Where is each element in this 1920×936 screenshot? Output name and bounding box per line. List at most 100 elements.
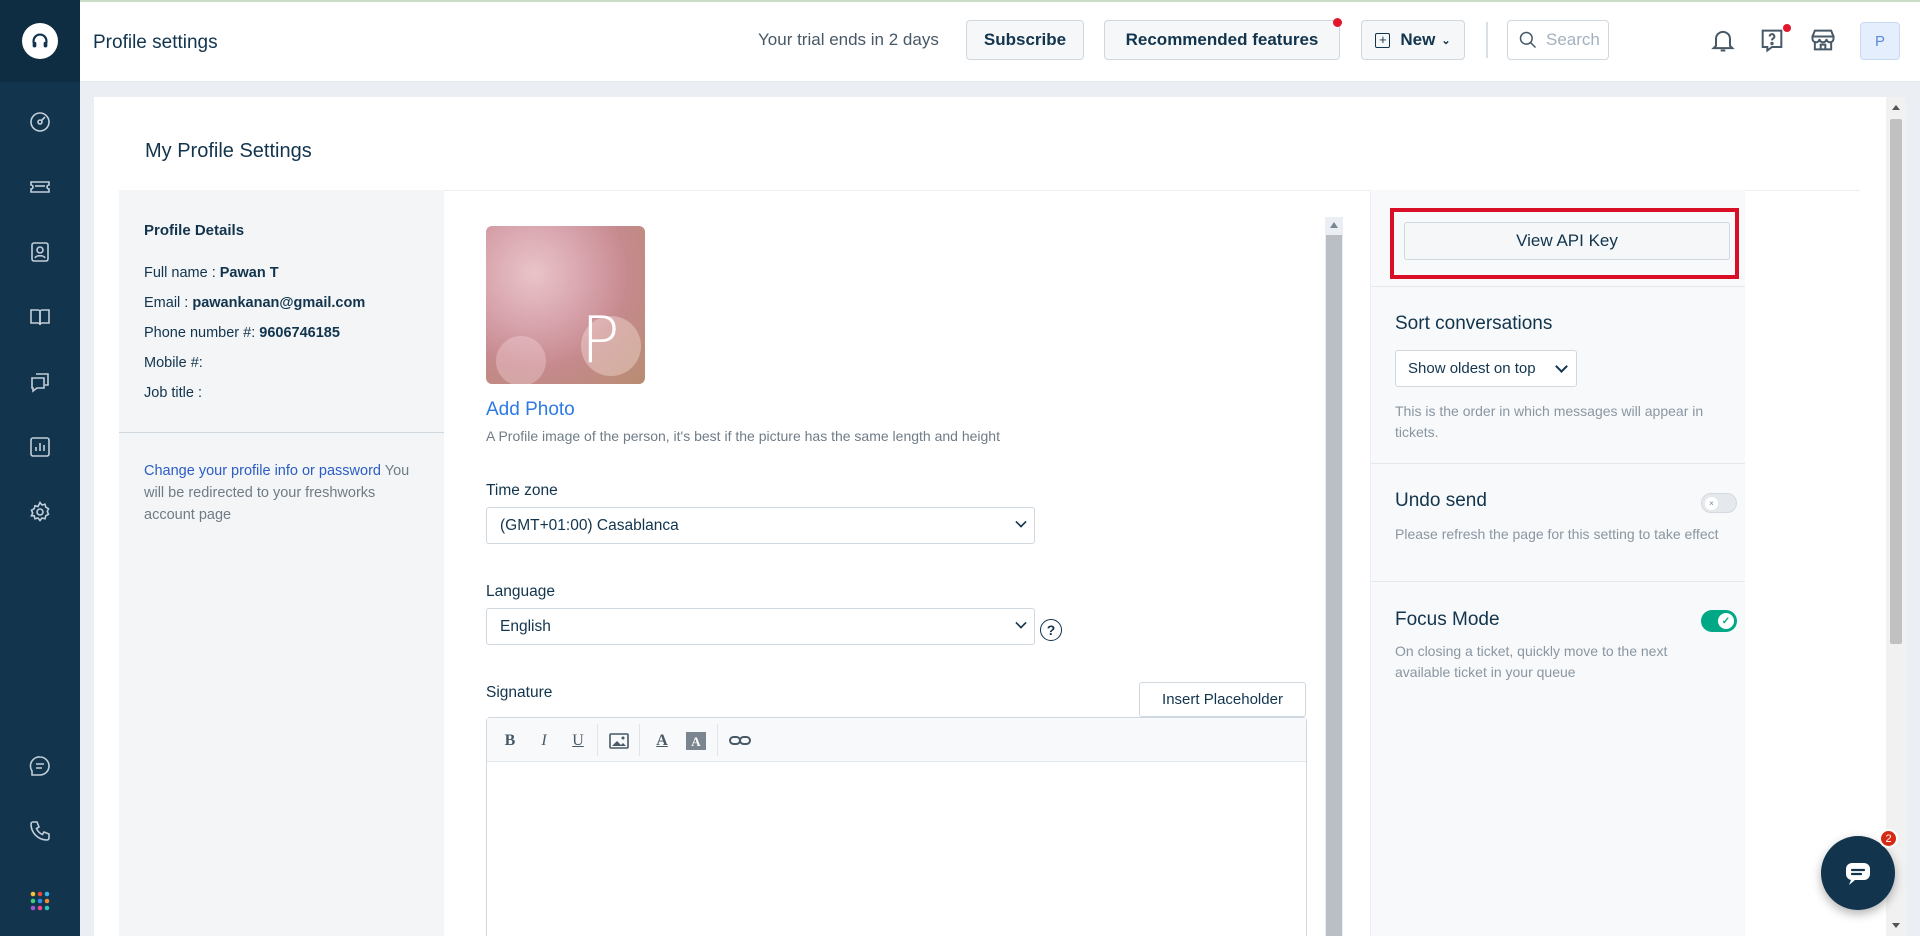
photo-bokeh [496, 336, 546, 384]
bold-icon[interactable]: B [499, 730, 521, 752]
apps-grid-icon[interactable] [24, 885, 56, 917]
scroll-up-arrow-icon[interactable] [1892, 105, 1900, 110]
focus-mode-toggle[interactable]: ✓ [1701, 610, 1737, 632]
toolbar-separator [597, 724, 598, 756]
knowledge-base-icon[interactable] [24, 301, 56, 333]
language-select[interactable]: English [486, 608, 1035, 645]
plus-icon: + [1375, 32, 1391, 48]
undo-send-title: Undo send [1395, 490, 1487, 511]
trial-notice: Your trial ends in 2 days [758, 30, 939, 49]
search-input[interactable]: Search [1507, 20, 1609, 60]
page-scrollbar[interactable] [1886, 97, 1906, 936]
tickets-icon[interactable] [24, 171, 56, 203]
view-api-key-button[interactable]: View API Key [1404, 222, 1730, 260]
insert-placeholder-button[interactable]: Insert Placeholder [1139, 682, 1306, 717]
sort-conversations-select[interactable]: Show oldest on top [1395, 350, 1577, 387]
language-value: English [500, 617, 551, 635]
check-icon: ✓ [1718, 613, 1734, 629]
background-color-icon[interactable]: A [685, 730, 707, 752]
settings-gear-icon[interactable] [24, 496, 56, 528]
image-icon[interactable] [608, 730, 630, 752]
panel-divider [1371, 286, 1745, 287]
toolbar-separator [639, 724, 640, 756]
question-help-icon[interactable]: ? [1040, 619, 1062, 641]
page-scrollbar-thumb[interactable] [1890, 119, 1902, 644]
underline-icon[interactable]: U [567, 730, 589, 752]
reports-icon[interactable] [24, 431, 56, 463]
sort-help-text: This is the order in which messages will… [1395, 403, 1704, 440]
job-title-label: Job title : [144, 385, 203, 401]
email-label: Email : [144, 295, 193, 311]
chevron-down-icon [1555, 360, 1568, 373]
full-name-label: Full name : [144, 265, 220, 281]
italic-icon[interactable]: I [533, 730, 555, 752]
svg-text:A: A [691, 734, 701, 749]
preferences-panel [1370, 190, 1745, 936]
chat-badge-count: 2 [1879, 829, 1898, 848]
form-scrollbar-thumb[interactable] [1326, 235, 1342, 936]
signature-label: Signature [486, 684, 553, 701]
toggle-knob: × [1705, 497, 1718, 510]
timezone-value: (GMT+01:00) Casablanca [500, 516, 679, 534]
chevron-down-icon: ⌄ [1441, 34, 1451, 47]
undo-help-text: Please refresh the page for this setting… [1395, 526, 1719, 542]
link-icon[interactable] [729, 730, 751, 752]
photo-help-text: A Profile image of the person, it's best… [486, 428, 1000, 444]
language-label: Language [486, 583, 555, 600]
chevron-down-icon [1015, 617, 1027, 629]
add-photo-link[interactable]: Add Photo [486, 399, 575, 421]
focus-mode-title: Focus Mode [1395, 609, 1500, 630]
chat-bubble-icon[interactable] [24, 750, 56, 782]
scroll-down-arrow-icon[interactable] [1892, 923, 1900, 928]
page-title: Profile settings [93, 32, 218, 53]
new-button[interactable]: + New ⌄ [1361, 20, 1465, 60]
signature-editor[interactable]: B I U A A [486, 717, 1307, 936]
profile-panel-divider [119, 432, 444, 433]
focus-help-text: On closing a ticket, quickly move to the… [1395, 643, 1668, 680]
dashboard-icon[interactable] [24, 106, 56, 138]
mobile-row: Mobile #: [144, 355, 203, 371]
phone-icon[interactable] [24, 815, 56, 847]
phone-row: Phone number #: 9606746185 [144, 325, 340, 341]
sort-conversations-title: Sort conversations [1395, 313, 1553, 334]
full-name-row: Full name : Pawan T [144, 265, 279, 281]
phone-label: Phone number #: [144, 325, 260, 341]
photo-initial: P [581, 304, 620, 378]
scroll-up-arrow-icon[interactable] [1330, 222, 1338, 228]
forums-icon[interactable] [24, 366, 56, 398]
profile-details-title: Profile Details [144, 222, 245, 239]
help-alert-dot [1783, 24, 1791, 32]
recommended-features-button[interactable]: Recommended features [1104, 20, 1340, 60]
subscribe-button[interactable]: Subscribe [966, 20, 1084, 60]
email-row: Email : pawankanan@gmail.com [144, 295, 365, 311]
contacts-icon[interactable] [24, 236, 56, 268]
editor-toolbar: B I U A A [487, 718, 1306, 762]
full-name-value: Pawan T [219, 265, 279, 281]
chevron-down-icon [1015, 516, 1027, 528]
undo-send-toggle[interactable]: × [1701, 493, 1737, 513]
app-logo[interactable] [0, 0, 80, 82]
profile-photo[interactable]: P [486, 226, 645, 384]
marketplace-store-icon[interactable] [1807, 24, 1839, 56]
chat-icon [1846, 863, 1870, 885]
headset-logo-icon [22, 23, 58, 59]
recommended-alert-dot [1333, 18, 1342, 27]
bell-icon[interactable] [1707, 24, 1739, 56]
font-color-icon[interactable]: A [651, 730, 673, 752]
sort-value: Show oldest on top [1408, 360, 1536, 377]
timezone-select[interactable]: (GMT+01:00) Casablanca [486, 507, 1035, 544]
user-avatar[interactable]: P [1860, 22, 1900, 60]
search-placeholder: Search [1546, 30, 1600, 49]
mobile-label: Mobile #: [144, 355, 203, 371]
panel-divider [1371, 463, 1745, 464]
timezone-label: Time zone [486, 482, 558, 499]
phone-value: 9606746185 [259, 325, 340, 341]
form-scrollbar[interactable] [1325, 217, 1343, 936]
change-profile-link[interactable]: Change your profile info or password [144, 463, 381, 479]
change-profile-note: Change your profile info or password You… [144, 460, 426, 526]
job-title-row: Job title : [144, 385, 202, 401]
search-icon [1519, 31, 1537, 49]
sidebar [0, 0, 80, 936]
toolbar-separator [717, 724, 718, 756]
panel-divider [1371, 581, 1745, 582]
